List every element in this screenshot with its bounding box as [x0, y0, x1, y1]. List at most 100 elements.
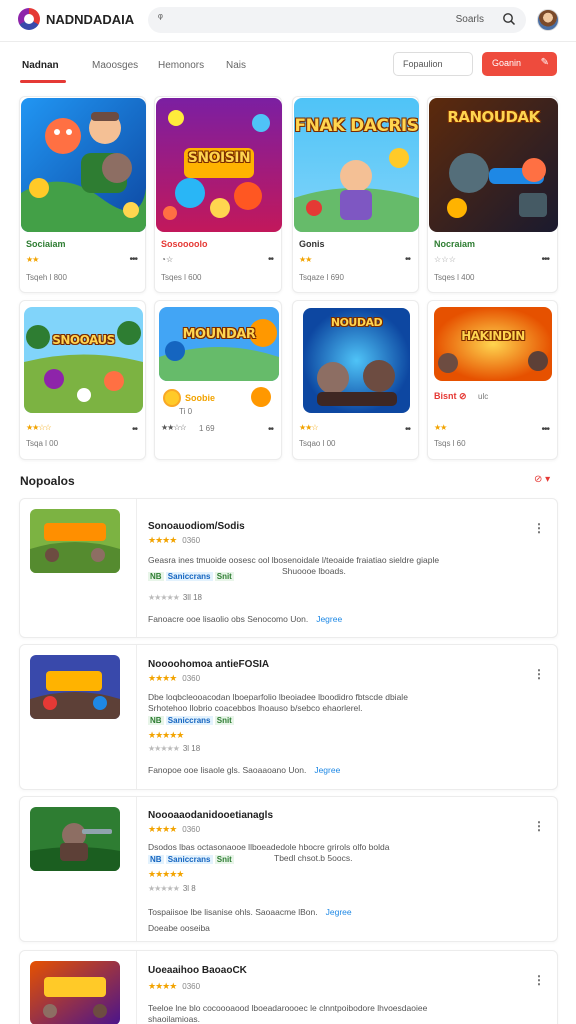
game-card[interactable]: RANOUDAK Nocraiam ☆ ☆ ☆ ••• Tsqes l 400 — [427, 96, 558, 293]
list-item[interactable]: Noooaaodanidooetianagls ★★★★ 0360 Dsodos … — [19, 796, 558, 942]
game-rating: ◔ ☆ — [161, 255, 173, 264]
tab-maoosges[interactable]: Maoosges — [92, 60, 138, 71]
game-title[interactable]: Soobie — [185, 393, 215, 403]
game-card[interactable]: SNOOAUS ★★☆☆ •• Tsqa l 00 — [19, 300, 146, 460]
search-input[interactable]: Soarls — [456, 14, 484, 25]
game-card[interactable]: NOUDAD ★★☆ •• Tsqao l 00 — [292, 300, 419, 460]
learn-more-link[interactable]: Jegree — [314, 765, 340, 775]
tab-bar: Nadnan Maoosges Hemonors Nais Fopaulion … — [0, 50, 576, 90]
game-title[interactable]: Sosoooolo — [161, 239, 208, 249]
game-thumbnail: SNOOAUS — [24, 307, 143, 413]
game-meta: Tsqa l 00 — [26, 439, 59, 448]
game-meta: Tsqaze l 690 — [299, 273, 344, 282]
thumbnail-label: RANOUDAK — [447, 108, 540, 126]
thumbnail-label: NOUDAD — [330, 316, 383, 329]
game-meta: Tsqao l 00 — [299, 439, 336, 448]
thumbnail-label: HAKINDIN — [461, 329, 525, 343]
game-title[interactable]: Gonis — [299, 239, 325, 249]
edit-icon: ✎ — [540, 57, 549, 68]
game-rating: ★★ — [26, 255, 39, 264]
list-rating-alt: ★★★★★ — [148, 869, 184, 879]
card-divider — [136, 797, 137, 941]
tab-nadnan[interactable]: Nadnan — [22, 60, 59, 71]
thumbnail-label: SNOISIN — [187, 150, 251, 166]
list-title[interactable]: Uoeaaihoo BaoaoCK — [148, 965, 247, 976]
thumbnail-label: FNAK DACRIS — [294, 116, 420, 136]
list-title[interactable]: Noooohomoa antieFOSIA — [148, 659, 269, 670]
more-options-icon[interactable]: •• — [268, 424, 274, 435]
list-footer: Fanopoe ooe lisaole gls. Saoaaoano Uon. J… — [148, 765, 341, 775]
list-item[interactable]: Sonoauodiom/Sodis ★★★★ 0360 Geasra ines t… — [19, 498, 558, 638]
list-title[interactable]: Sonoauodiom/Sodis — [148, 521, 245, 532]
kebab-menu-icon[interactable]: ⋮ — [533, 521, 545, 535]
game-sub: Ti 0 — [179, 407, 193, 416]
game-card[interactable]: SNOISIN Sosoooolo ◔ ☆ •• Tsqes l 600 — [154, 96, 282, 293]
avatar[interactable] — [537, 9, 559, 31]
more-options-icon[interactable]: ••• — [541, 254, 549, 265]
learn-more-link[interactable]: Jegree — [316, 614, 342, 624]
game-card[interactable]: Sociaiam ★★ ••• Tsqeh l 800 — [19, 96, 146, 293]
list-thumbnail — [30, 807, 120, 871]
game-card[interactable]: HAKINDIN Bisnt ⊘ ulc ★★ ••• Tsqs l 60 — [427, 300, 558, 460]
list-rating: ★★★★ 0360 — [148, 824, 201, 834]
kebab-menu-icon[interactable]: ⋮ — [533, 973, 545, 987]
list-thumbnail — [30, 509, 120, 573]
game-thumbnail: RANOUDAK — [429, 98, 558, 232]
kebab-menu-icon[interactable]: ⋮ — [533, 819, 545, 833]
card-divider — [136, 951, 137, 1024]
game-card[interactable]: FNAK DACRIS Gonis ★★ •• Tsqaze l 690 — [292, 96, 419, 293]
primary-action-label: Goanin — [492, 58, 522, 68]
more-options-icon[interactable]: •• — [405, 424, 411, 435]
list-subtext: Doeabe ooseiba — [148, 923, 210, 933]
thumbnail-label: SNOOAUS — [52, 333, 115, 347]
game-thumbnail — [21, 98, 146, 232]
list-secondary-rating: ★★★★★ 3l 8 — [148, 884, 196, 893]
game-thumbnail: FNAK DACRIS — [294, 98, 419, 232]
game-sub: ulc — [478, 392, 489, 401]
list-title[interactable]: Noooaaodanidooetianagls — [148, 810, 273, 821]
section-title: Nopoalos — [20, 474, 75, 488]
card-divider — [136, 645, 137, 789]
game-rating: ★★☆☆ — [161, 423, 187, 432]
brand-name[interactable]: NADNDADAIA — [46, 12, 134, 27]
game-card[interactable]: MOUNDAR Soobie Ti 0 ★★☆☆ 1 69 •• — [154, 300, 282, 460]
game-meta: 1 69 — [199, 424, 215, 433]
game-title[interactable]: Sociaiam — [26, 239, 66, 249]
game-meta: Tsqeh l 800 — [26, 273, 67, 282]
list-secondary-rating: ★★★★★ 3ll 18 — [148, 593, 202, 602]
search-icon[interactable] — [502, 12, 516, 26]
tab-hemonors[interactable]: Hemonors — [158, 60, 204, 71]
tab-nais[interactable]: Nais — [226, 60, 246, 71]
game-title[interactable]: Bisnt ⊘ — [434, 391, 467, 402]
more-options-icon[interactable]: ••• — [541, 424, 549, 435]
filter-button[interactable]: Fopaulion — [393, 52, 473, 76]
list-description-cont: Shuoooe lboads. — [282, 566, 346, 576]
kebab-menu-icon[interactable]: ⋮ — [533, 667, 545, 681]
more-options-icon[interactable]: •• — [132, 424, 138, 435]
coin-icon — [163, 389, 181, 407]
game-meta: Tsqs l 60 — [434, 439, 466, 448]
list-footer: Tospaiisoe lbe lisanise ohls. Saoaacme l… — [148, 907, 352, 917]
primary-action-button[interactable]: Goanin ✎ — [482, 52, 557, 76]
more-options-icon[interactable]: •• — [405, 254, 411, 265]
search-lead-glyph: ᵠ — [158, 12, 163, 24]
chevron-down-icon[interactable]: ⊘ ▾ — [534, 474, 550, 485]
game-title[interactable]: Nocraiam — [434, 239, 475, 249]
app-logo-icon[interactable] — [18, 8, 40, 30]
list-description-cont: shaoilamioas. — [148, 1014, 200, 1024]
game-rating: ★★☆☆ — [26, 423, 52, 432]
list-footer: Fanoacre ooe lisaolio obs Senocomo Uon. J… — [148, 614, 343, 624]
game-rating: ★★☆ — [299, 423, 318, 432]
list-rating: ★★★★ 0360 — [148, 535, 201, 545]
list-item[interactable]: Noooohomoa antieFOSIA ★★★★ 0360 Dbe loqbc… — [19, 644, 558, 790]
game-rating: ★★ — [434, 423, 447, 432]
active-tab-indicator — [20, 80, 66, 83]
list-thumbnail — [30, 961, 120, 1024]
more-options-icon[interactable]: ••• — [129, 254, 137, 265]
search-bar[interactable]: ᵠ Soarls — [148, 7, 526, 33]
list-item[interactable]: Uoeaaihoo BaoaoCK ★★★★ 0360 Teeloe lne bl… — [19, 950, 558, 1024]
game-meta: Tsqes l 600 — [161, 273, 202, 282]
learn-more-link[interactable]: Jegree — [326, 907, 352, 917]
list-tags: NB Saniccrans Snit — [148, 572, 234, 581]
more-options-icon[interactable]: •• — [268, 254, 274, 265]
